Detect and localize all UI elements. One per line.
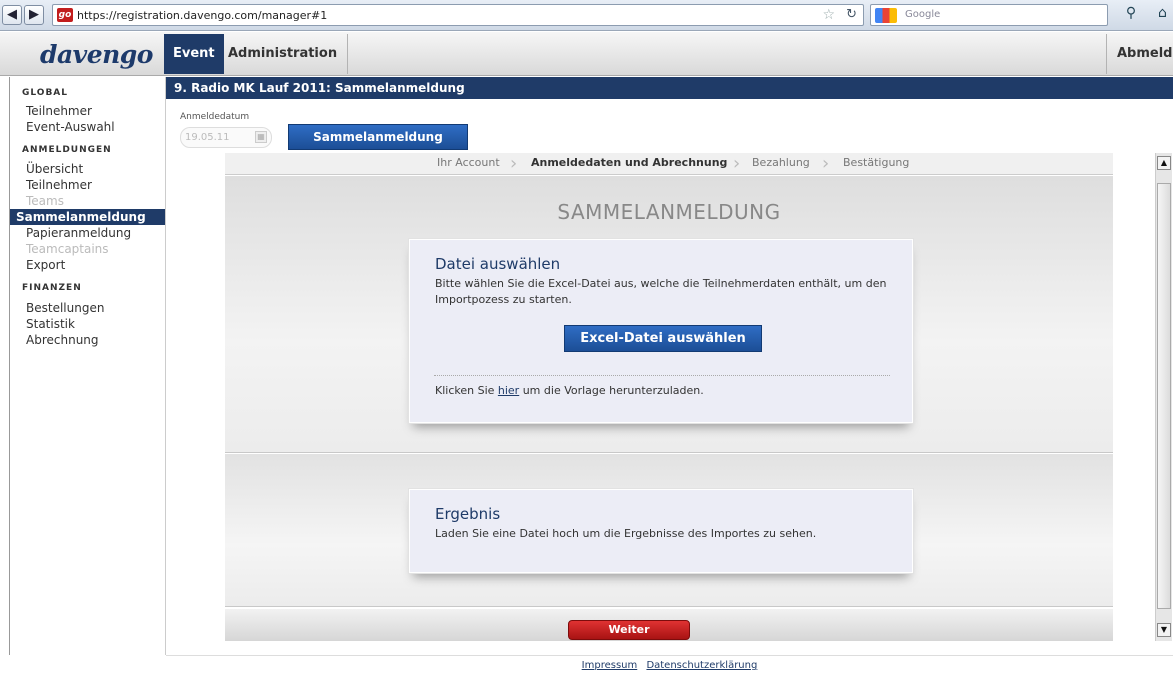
scrollbar-thumb[interactable] — [1157, 183, 1171, 609]
home-icon[interactable]: ⌂ — [1152, 5, 1173, 25]
sidebar: GLOBAL Teilnehmer Event-Auswahl ANMELDUN… — [9, 77, 166, 655]
google-icon[interactable] — [875, 8, 897, 23]
sidebar-section-finanzen: FINANZEN — [22, 283, 82, 293]
url-text: https://registration.davengo.com/manager… — [77, 9, 328, 22]
sidebar-item-event-auswahl[interactable]: Event-Auswahl — [10, 119, 165, 135]
chevron-right-icon: › — [733, 153, 741, 174]
wizard-steps: Ihr Account › Anmeldedaten und Abrechnun… — [225, 153, 1113, 175]
davengo-logo[interactable]: davengo — [40, 40, 153, 69]
page-title: 9. Radio MK Lauf 2011: Sammelanmeldung — [166, 77, 1173, 99]
site-favicon-icon: go — [57, 8, 73, 22]
sidebar-item-papieranmeldung[interactable]: Papieranmeldung — [10, 225, 165, 241]
sidebar-item-export[interactable]: Export — [10, 257, 165, 273]
template-hint-after: um die Vorlage herunterzuladen. — [519, 384, 704, 397]
sidebar-item-uebersicht[interactable]: Übersicht — [10, 161, 165, 177]
template-hint-before: Klicken Sie — [435, 384, 498, 397]
forward-button[interactable]: ▶ — [24, 5, 44, 25]
address-bar[interactable]: go https://registration.davengo.com/mana… — [52, 4, 864, 26]
scroll-up-icon[interactable]: ▲ — [1157, 156, 1171, 170]
sidebar-item-statistik[interactable]: Statistik — [10, 316, 165, 332]
back-button[interactable]: ◀ — [2, 5, 22, 25]
result-card: Ergebnis Laden Sie eine Datei hoch um di… — [409, 489, 913, 573]
start-bulk-registration-button[interactable]: Sammelanmeldung starten — [288, 124, 468, 168]
file-card-text: Bitte wählen Sie die Excel-Datei aus, we… — [435, 277, 887, 306]
date-value: 19.05.11 — [185, 132, 230, 143]
chevron-right-icon: › — [822, 153, 830, 174]
sidebar-item-bestellungen[interactable]: Bestellungen — [10, 300, 165, 316]
step-bestaetigung: Bestätigung — [843, 156, 910, 169]
privacy-link[interactable]: Datenschutzerklärung — [646, 660, 757, 671]
file-card-title: Datei auswählen — [435, 255, 561, 273]
card-divider — [434, 375, 890, 376]
browser-toolbar: ◀ ▶ go https://registration.davengo.com/… — [0, 0, 1173, 31]
sidebar-item-sammelanmeldung[interactable]: Sammelanmeldung — [10, 209, 165, 225]
vertical-scrollbar[interactable]: ▲ ▼ — [1155, 153, 1172, 641]
search-placeholder: Google — [905, 9, 941, 20]
template-download-link[interactable]: hier — [498, 384, 519, 397]
sidebar-item-teilnehmer-global[interactable]: Teilnehmer — [10, 103, 165, 119]
tab-administration[interactable]: Administration — [218, 34, 349, 74]
scroll-down-icon[interactable]: ▼ — [1157, 623, 1171, 637]
result-card-text: Laden Sie eine Datei hoch um die Ergebni… — [435, 527, 817, 540]
date-label: Anmeldedatum — [180, 112, 250, 122]
date-field: 19.05.11 ▦ — [180, 127, 272, 148]
page-footer: Impressum Datenschutzerklärung — [166, 655, 1173, 677]
search-icon[interactable]: ⚲ — [1120, 5, 1142, 25]
browser-search-input[interactable]: Google — [870, 4, 1108, 26]
sidebar-item-teilnehmer[interactable]: Teilnehmer — [10, 177, 165, 193]
chevron-right-icon: › — [510, 153, 518, 174]
select-excel-file-button[interactable]: Excel-Datei auswählen — [564, 325, 762, 352]
template-hint: Klicken Sie hier um die Vorlage herunter… — [435, 383, 704, 399]
sidebar-section-global: GLOBAL — [22, 88, 69, 98]
step-anmeldedaten: Anmeldedaten und Abrechnung — [531, 156, 728, 169]
tab-event[interactable]: Event — [164, 34, 224, 74]
wizard-frame: Ihr Account › Anmeldedaten und Abrechnun… — [225, 153, 1113, 641]
sidebar-item-abrechnung[interactable]: Abrechnung — [10, 332, 165, 348]
bookmark-star-icon[interactable]: ☆ — [822, 7, 835, 23]
wizard-heading: SAMMELANMELDUNG — [557, 200, 781, 224]
step-account: Ihr Account — [437, 156, 500, 169]
result-card-title: Ergebnis — [435, 505, 501, 523]
logout-link[interactable]: Abmelden — [1106, 34, 1173, 74]
step-bezahlung: Bezahlung — [752, 156, 810, 169]
calendar-icon: ▦ — [255, 131, 267, 143]
sidebar-item-teamcaptains: Teamcaptains — [26, 242, 109, 256]
reload-icon[interactable]: ↻ — [846, 7, 857, 22]
next-button[interactable]: Weiter — [568, 620, 690, 640]
sidebar-item-teams: Teams — [26, 194, 64, 208]
app-header: davengo Event Administration Abmelden — [0, 32, 1173, 76]
file-select-card: Datei auswählen Bitte wählen Sie die Exc… — [409, 239, 913, 423]
impressum-link[interactable]: Impressum — [582, 660, 638, 671]
sidebar-section-anmeldungen: ANMELDUNGEN — [22, 145, 112, 155]
